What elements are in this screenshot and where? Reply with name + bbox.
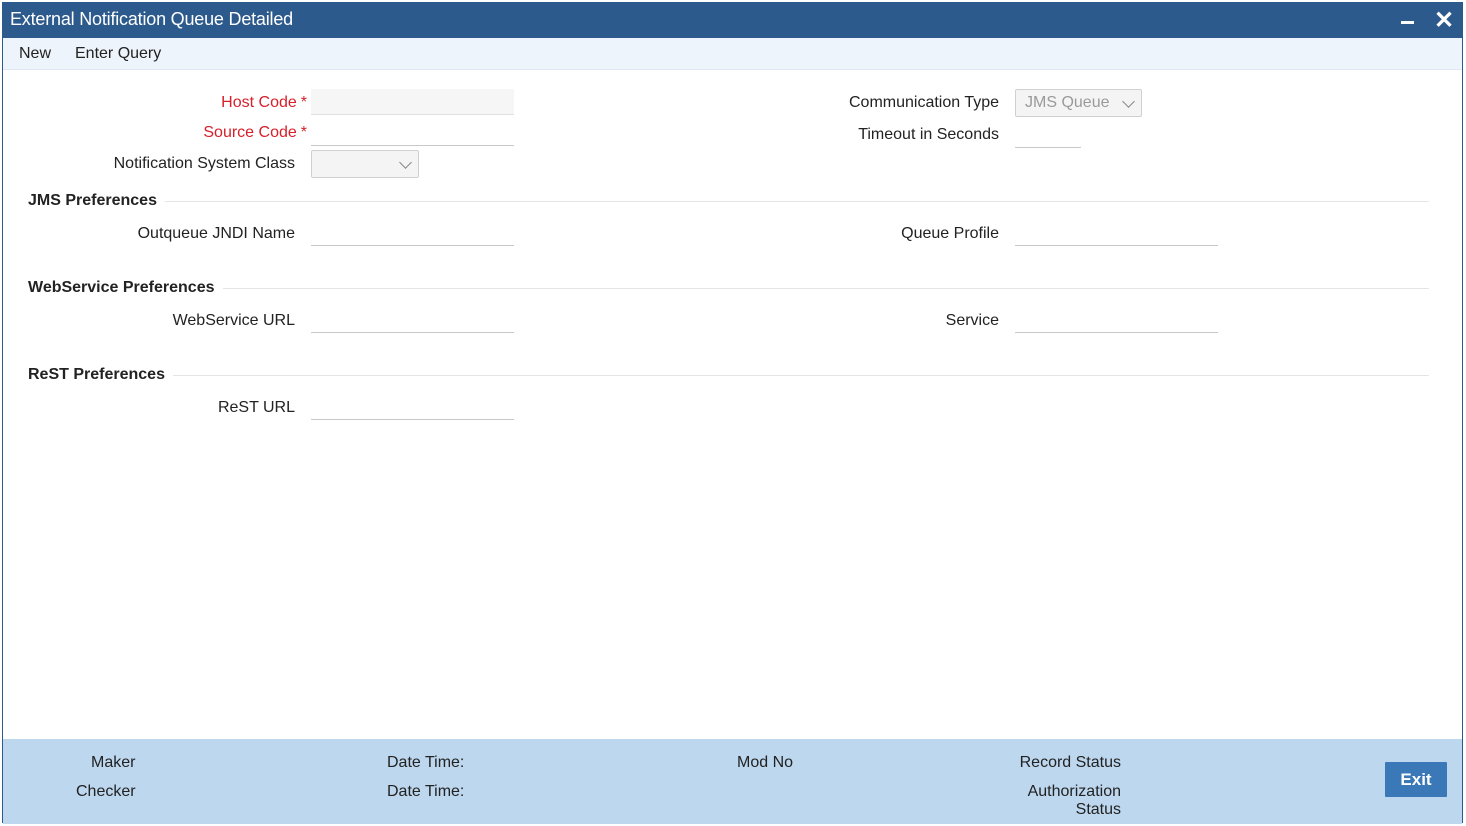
minimize-button[interactable]	[1392, 3, 1422, 38]
toolbar: New Enter Query	[3, 38, 1462, 70]
title-bar: External Notification Queue Detailed ✕	[3, 3, 1462, 38]
enter-query-button[interactable]: Enter Query	[75, 45, 161, 63]
source-code-input[interactable]	[311, 120, 514, 146]
audit-footer: Maker Checker Date Time: Date Time: Mod …	[3, 739, 1462, 824]
checker-date-time-label: Date Time:	[387, 783, 465, 800]
webservice-divider	[223, 288, 1429, 289]
jms-preferences-heading: JMS Preferences	[28, 192, 157, 209]
service-label: Service	[945, 312, 999, 329]
close-button[interactable]: ✕	[1429, 3, 1459, 38]
outqueue-jndi-name-label: Outqueue JNDI Name	[137, 225, 295, 242]
communication-type-select[interactable]: JMS Queue	[1015, 89, 1142, 117]
timeout-input[interactable]	[1015, 122, 1081, 148]
service-input[interactable]	[1015, 307, 1218, 333]
communication-type-label: Communication Type	[849, 94, 999, 111]
host-code-input[interactable]	[311, 89, 514, 115]
rest-url-label: ReST URL	[217, 399, 295, 416]
webservice-preferences-heading: WebService Preferences	[28, 279, 215, 296]
mod-no-label: Mod No	[737, 754, 794, 771]
source-code-label: Source Code *	[203, 124, 307, 141]
webservice-url-input[interactable]	[311, 307, 514, 333]
maker-date-time-label: Date Time:	[387, 754, 465, 771]
queue-profile-input[interactable]	[1015, 220, 1218, 246]
host-code-label: Host Code *	[221, 94, 307, 111]
record-status-label: Record Status	[1019, 754, 1121, 771]
checker-label: Checker	[76, 783, 136, 800]
window-title: External Notification Queue Detailed	[10, 9, 293, 29]
timeout-label: Timeout in Seconds	[858, 126, 999, 143]
external-notification-queue-window: External Notification Queue Detailed ✕ N…	[2, 2, 1463, 824]
queue-profile-label: Queue Profile	[901, 225, 999, 242]
outqueue-jndi-name-input[interactable]	[311, 220, 514, 246]
rest-url-input[interactable]	[311, 394, 514, 420]
webservice-url-label: WebService URL	[172, 312, 295, 329]
rest-divider	[173, 375, 1429, 376]
maker-label: Maker	[91, 754, 136, 771]
close-icon: ✕	[1433, 7, 1455, 34]
rest-preferences-heading: ReST Preferences	[28, 366, 165, 383]
chevron-down-icon	[399, 156, 412, 169]
jms-divider	[165, 201, 1429, 202]
notification-system-class-label: Notification System Class	[113, 155, 295, 172]
minimize-icon	[1400, 21, 1414, 24]
notification-system-class-select[interactable]	[311, 150, 419, 178]
chevron-down-icon	[1122, 95, 1135, 108]
required-star: *	[300, 124, 307, 141]
required-star: *	[300, 94, 307, 111]
authorization-status-label: Authorization Status	[1027, 783, 1121, 818]
exit-button[interactable]: Exit	[1385, 762, 1447, 797]
new-button[interactable]: New	[19, 45, 51, 63]
